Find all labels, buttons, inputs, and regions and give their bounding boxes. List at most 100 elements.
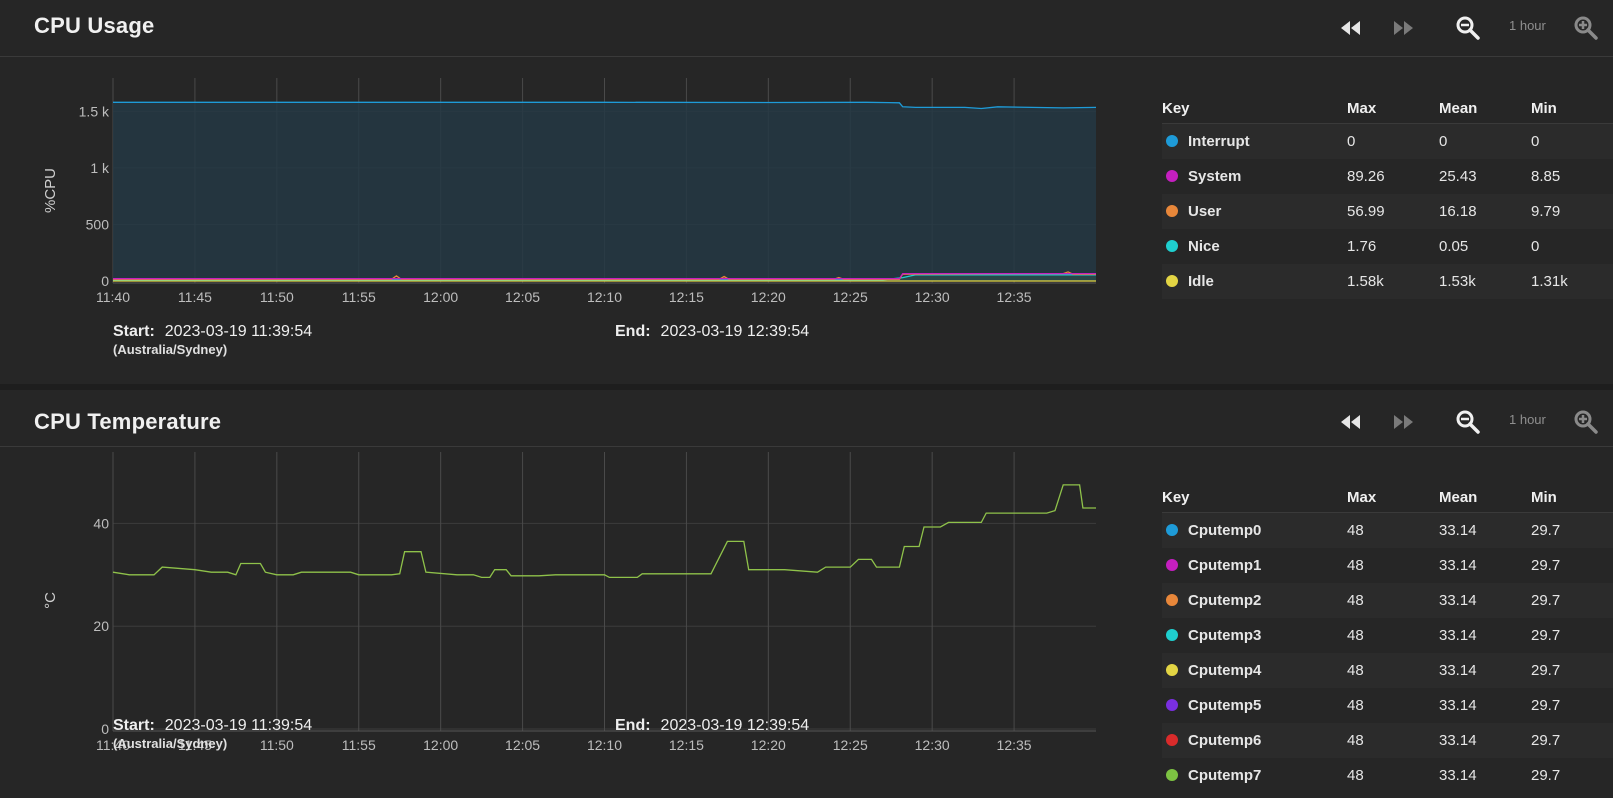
x-tick-label: 12:20 <box>751 289 786 305</box>
series-name: Cputemp0 <box>1188 522 1262 539</box>
legend-row-system[interactable]: System 89.26 25.43 8.85 <box>1162 159 1613 194</box>
y-axis-label: °C <box>42 592 59 609</box>
series-color-dot <box>1166 135 1178 147</box>
fast-forward-button[interactable] <box>1390 16 1418 40</box>
end-value: 2023-03-19 12:39:54 <box>660 717 810 734</box>
x-tick-label: 11:45 <box>178 289 212 305</box>
series-color-dot <box>1166 629 1178 641</box>
legend-header-max: Max <box>1347 93 1439 124</box>
legend-row-user[interactable]: User 56.99 16.18 9.79 <box>1162 194 1613 229</box>
series-min: 9.79 <box>1531 194 1613 229</box>
legend-row-interrupt[interactable]: Interrupt 0 0 0 <box>1162 123 1613 159</box>
x-tick-label: 12:15 <box>669 737 704 753</box>
end-label: End: <box>615 323 651 340</box>
cpu-temperature-panel: CPU Temperature 1 hour 0 20 40 11:40 11:45 11… <box>0 390 1613 798</box>
legend-row-cputemp2[interactable]: Cputemp2 48 33.14 29.7 <box>1162 583 1613 618</box>
y-tick-label: 1.5 k <box>79 103 110 119</box>
start-range: Start: 2023-03-19 11:39:54 <box>113 717 312 735</box>
series-color-dot <box>1166 170 1178 182</box>
series-max: 48 <box>1347 548 1439 583</box>
x-tick-label: 12:00 <box>423 289 458 305</box>
zoom-in-button[interactable] <box>1572 16 1600 40</box>
legend-key-cell: Idle <box>1162 264 1347 299</box>
zoom-out-button[interactable] <box>1454 16 1482 40</box>
legend-row-cputemp0[interactable]: Cputemp0 48 33.14 29.7 <box>1162 512 1613 548</box>
series-mean: 33.14 <box>1439 653 1531 688</box>
zoom-out-icon <box>1456 16 1480 40</box>
series-color-dot <box>1166 205 1178 217</box>
series-mean: 16.18 <box>1439 194 1531 229</box>
series-color-dot <box>1166 699 1178 711</box>
series-max: 56.99 <box>1347 194 1439 229</box>
x-tick-label: 12:30 <box>915 289 950 305</box>
series-color-dot <box>1166 559 1178 571</box>
series-min: 29.7 <box>1531 618 1613 653</box>
series-min: 29.7 <box>1531 688 1613 723</box>
legend-row-cputemp1[interactable]: Cputemp1 48 33.14 29.7 <box>1162 548 1613 583</box>
y-tick-label: 0 <box>101 273 109 289</box>
series-name: Cputemp6 <box>1188 732 1262 749</box>
legend-key-cell: Cputemp1 <box>1162 548 1347 583</box>
legend-row-idle[interactable]: Idle 1.58k 1.53k 1.31k <box>1162 264 1613 299</box>
legend-key-cell: Cputemp5 <box>1162 688 1347 723</box>
x-tick-label: 12:05 <box>505 289 540 305</box>
series-area-idle <box>113 102 1096 281</box>
end-value: 2023-03-19 12:39:54 <box>660 323 810 340</box>
series-max: 48 <box>1347 688 1439 723</box>
series-mean: 33.14 <box>1439 548 1531 583</box>
zoom-level-label: 1 hour <box>1509 412 1546 427</box>
series-color-dot <box>1166 769 1178 781</box>
timezone-label: (Australia/Sydney) <box>113 342 228 357</box>
series-name: Nice <box>1188 238 1220 255</box>
legend-row-nice[interactable]: Nice 1.76 0.05 0 <box>1162 229 1613 264</box>
start-value: 2023-03-19 11:39:54 <box>164 717 313 734</box>
legend-header-min: Min <box>1531 482 1613 513</box>
legend-key-cell: Interrupt <box>1162 123 1347 159</box>
y-tick-label: 500 <box>86 216 110 232</box>
rewind-button[interactable] <box>1336 410 1364 434</box>
legend-key-cell: Cputemp4 <box>1162 653 1347 688</box>
series-mean: 33.14 <box>1439 618 1531 653</box>
y-tick-label: 1 k <box>90 160 110 176</box>
fast-forward-button[interactable] <box>1390 410 1418 434</box>
legend-row-cputemp5[interactable]: Cputemp5 48 33.14 29.7 <box>1162 688 1613 723</box>
series-mean: 33.14 <box>1439 758 1531 793</box>
legend-header-row: Key Max Mean Min <box>1162 93 1613 124</box>
rewind-icon <box>1341 21 1360 35</box>
series-name: Cputemp1 <box>1188 557 1262 574</box>
series-min: 0 <box>1531 123 1613 159</box>
legend-key-cell: Nice <box>1162 229 1347 264</box>
zoom-out-button[interactable] <box>1454 410 1482 434</box>
legend-key-cell: Cputemp6 <box>1162 723 1347 758</box>
legend-key-cell: Cputemp7 <box>1162 758 1347 793</box>
panel-title: CPU Temperature <box>34 409 222 434</box>
legend-row-cputemp7[interactable]: Cputemp7 48 33.14 29.7 <box>1162 758 1613 793</box>
series-name: User <box>1188 203 1222 220</box>
legend-row-cputemp4[interactable]: Cputemp4 48 33.14 29.7 <box>1162 653 1613 688</box>
zoom-in-icon <box>1574 16 1598 40</box>
legend-row-cputemp6[interactable]: Cputemp6 48 33.14 29.7 <box>1162 723 1613 758</box>
legend-key-cell: System <box>1162 159 1347 194</box>
series-name: Cputemp3 <box>1188 627 1262 644</box>
x-tick-label: 12:00 <box>423 737 458 753</box>
rewind-icon <box>1341 415 1360 429</box>
series-mean: 1.53k <box>1439 264 1531 299</box>
legend-header-max: Max <box>1347 482 1439 513</box>
x-tick-label: 12:30 <box>915 737 950 753</box>
start-label: Start: <box>113 717 155 734</box>
series-max: 48 <box>1347 512 1439 548</box>
series-mean: 33.14 <box>1439 512 1531 548</box>
series-mean: 33.14 <box>1439 723 1531 758</box>
series-mean: 0 <box>1439 123 1531 159</box>
legend-header-min: Min <box>1531 93 1613 124</box>
series-max: 48 <box>1347 618 1439 653</box>
zoom-out-icon <box>1456 410 1480 434</box>
zoom-in-button[interactable] <box>1572 410 1600 434</box>
x-tick-label: 12:20 <box>751 737 786 753</box>
legend-row-cputemp3[interactable]: Cputemp3 48 33.14 29.7 <box>1162 618 1613 653</box>
x-tick-label: 12:25 <box>833 737 868 753</box>
x-tick-label: 12:25 <box>833 289 868 305</box>
x-tick-label: 11:40 <box>96 289 130 305</box>
rewind-button[interactable] <box>1336 16 1364 40</box>
series-color-dot <box>1166 734 1178 746</box>
